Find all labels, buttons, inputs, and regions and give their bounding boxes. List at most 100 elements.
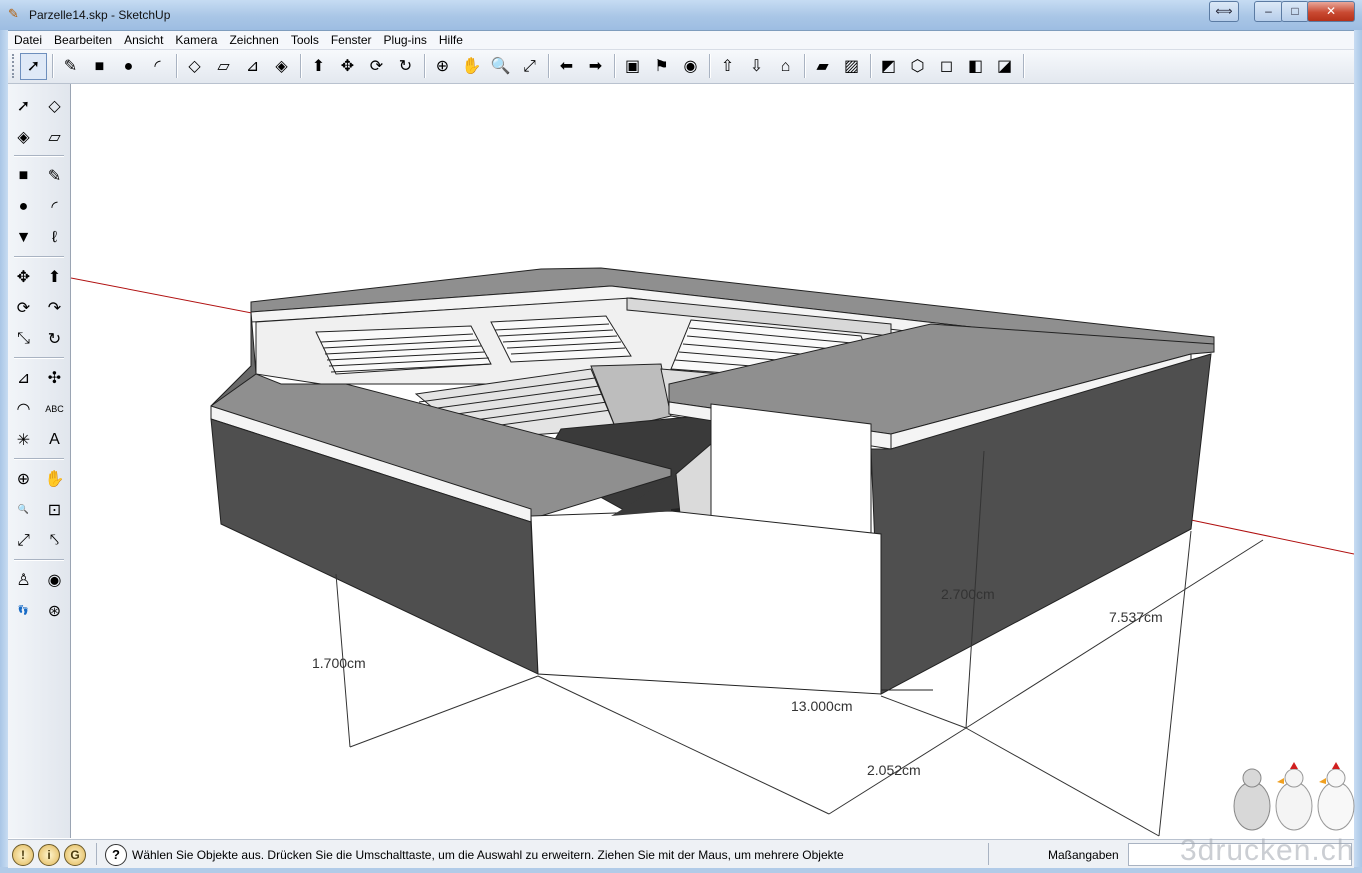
make-component-tool[interactable]: ◇: [181, 53, 208, 80]
dimension-tool[interactable]: ✣: [41, 364, 68, 391]
move-tool[interactable]: ✥: [10, 263, 37, 290]
zoom-extents-tool[interactable]: ⤢: [516, 53, 543, 80]
menu-tools[interactable]: Tools: [285, 31, 325, 48]
protractor-tool[interactable]: ◠: [10, 395, 37, 422]
freehand-tool[interactable]: ℓ: [41, 224, 68, 251]
select-tool[interactable]: ➚: [10, 92, 37, 119]
dim-height-right: 2.700cm: [941, 586, 995, 602]
toolbar-separator: [870, 54, 872, 78]
push-pull-tool[interactable]: ⬆: [41, 263, 68, 290]
text-tool[interactable]: ABC: [41, 395, 68, 422]
rotate-tool[interactable]: ⟳: [363, 53, 390, 80]
geo-location-icon[interactable]: !: [12, 844, 34, 866]
menu-bearbeiten[interactable]: Bearbeiten: [48, 31, 118, 48]
pencil-tool[interactable]: ✎: [57, 53, 84, 80]
zoom-extents-tool[interactable]: ⤢: [10, 527, 37, 554]
menu-ansicht[interactable]: Ansicht: [118, 31, 169, 48]
minimize-button[interactable]: –: [1254, 1, 1283, 22]
toolbar-group: ▣ ⚑ ◉: [619, 53, 704, 80]
arc-tool[interactable]: ◜: [144, 53, 171, 80]
menu-datei[interactable]: Datei: [8, 31, 48, 48]
paint-bucket-tool[interactable]: ◈: [10, 123, 37, 150]
model-drawing: 1.700cm 2.700cm 13.000cm 7.537cm 2.052cm: [71, 267, 1354, 837]
maximize-button[interactable]: □: [1281, 1, 1309, 22]
pan-tool[interactable]: ✋: [41, 465, 68, 492]
red-axis-right: [1190, 519, 1354, 555]
get-components-tool[interactable]: ⇩: [743, 53, 770, 80]
measurements-label: Maßangaben: [1048, 848, 1119, 862]
share-component-tool[interactable]: ⌂: [772, 53, 799, 80]
push-pull-tool[interactable]: ⬆: [305, 53, 332, 80]
toolbar-group: ➚: [20, 53, 47, 80]
credits-icon[interactable]: i: [38, 844, 60, 866]
shaded-style-tool[interactable]: ◧: [962, 53, 989, 80]
rectangle-tool[interactable]: ■: [86, 53, 113, 80]
wireframe-style-tool[interactable]: ⬡: [904, 53, 931, 80]
axes-tool[interactable]: ✳: [10, 426, 37, 453]
arc-tool[interactable]: ◜: [41, 193, 68, 220]
left-toolbar: ➚ ◇ ◈ ▱ ■ ✎ ● ◜ ▼ ℓ ✥ ⬆ ⟳ ↷ ⤡ ↻ ⊿ ✣ ◠ ABC ✳ A ⊕ ✋ 🔍 ⊡ ⤢ ⤣ ♙ ◉ 👣 ⊛: [8, 84, 71, 838]
tape-measure-tool[interactable]: ⊿: [10, 364, 37, 391]
menu-fenster[interactable]: Fenster: [325, 31, 378, 48]
polygon-tool[interactable]: ▼: [10, 224, 37, 251]
toolbar-group: ◇ ▱ ⊿ ◈: [181, 53, 295, 80]
left-toolbar-separator: [14, 458, 64, 460]
3d-text-tool[interactable]: A: [41, 426, 68, 453]
previous-view-tool[interactable]: ⬅: [553, 53, 580, 80]
section-plane-tool[interactable]: ⊛: [41, 597, 68, 624]
display-section-tool[interactable]: ▨: [838, 53, 865, 80]
add-location-tool[interactable]: ⚑: [648, 53, 675, 80]
paint-bucket-tool[interactable]: ◈: [268, 53, 295, 80]
make-component-tool[interactable]: ◇: [41, 92, 68, 119]
zoom-window-tool[interactable]: ⊡: [41, 496, 68, 523]
share-model-tool[interactable]: ⇧: [714, 53, 741, 80]
walk-tool[interactable]: 👣: [10, 597, 37, 624]
zoom-tool[interactable]: 🔍: [487, 53, 514, 80]
orbit-tool[interactable]: ⊕: [429, 53, 456, 80]
3d-viewport[interactable]: 1.700cm 2.700cm 13.000cm 7.537cm 2.052cm: [71, 84, 1354, 838]
circle-tool[interactable]: ●: [115, 53, 142, 80]
section-plane-tool[interactable]: ▰: [809, 53, 836, 80]
scale-tool[interactable]: ⤡: [10, 325, 37, 352]
offset-tool[interactable]: ↻: [41, 325, 68, 352]
move-tool[interactable]: ✥: [334, 53, 361, 80]
look-around-tool[interactable]: ◉: [41, 566, 68, 593]
eraser-tool[interactable]: ▱: [210, 53, 237, 80]
position-camera-tool[interactable]: ♙: [10, 566, 37, 593]
eraser-tool[interactable]: ▱: [41, 123, 68, 150]
textured-style-tool[interactable]: ◪: [991, 53, 1018, 80]
next-view-tool[interactable]: ➡: [582, 53, 609, 80]
previous-tool[interactable]: ⤣: [41, 527, 68, 554]
hidden-line-style-tool[interactable]: ◻: [933, 53, 960, 80]
menu-kamera[interactable]: Kamera: [169, 31, 223, 48]
rectangle-tool[interactable]: ■: [10, 162, 37, 189]
menu-hilfe[interactable]: Hilfe: [433, 31, 469, 48]
orbit-tool[interactable]: ⊕: [10, 465, 37, 492]
line-tool[interactable]: ✎: [41, 162, 68, 189]
tape-measure-tool[interactable]: ⊿: [239, 53, 266, 80]
user-account-icon[interactable]: G: [64, 844, 86, 866]
window-extra-button[interactable]: ⟺: [1209, 1, 1239, 22]
select-tool[interactable]: ➚: [20, 53, 47, 80]
window-frame-right: [1354, 30, 1362, 873]
zoom-tool[interactable]: 🔍: [10, 496, 37, 523]
google-earth-tool[interactable]: ◉: [677, 53, 704, 80]
title-bar: ✎ Parzelle14.skp - SketchUp ⟺ – □ ✕: [0, 0, 1362, 31]
xray-style-tool[interactable]: ◩: [875, 53, 902, 80]
status-divider: [988, 843, 989, 865]
help-icon[interactable]: ?: [105, 844, 127, 866]
close-button[interactable]: ✕: [1307, 1, 1355, 22]
toolbar-grip[interactable]: [12, 54, 17, 78]
offset-tool[interactable]: ↻: [392, 53, 419, 80]
circle-tool[interactable]: ●: [10, 193, 37, 220]
get-models-tool[interactable]: ▣: [619, 53, 646, 80]
toolbar-group: ⬅ ➡: [553, 53, 609, 80]
pan-tool[interactable]: ✋: [458, 53, 485, 80]
rotate-tool[interactable]: ⟳: [10, 294, 37, 321]
toolbar-separator: [1023, 54, 1025, 78]
menu-zeichnen[interactable]: Zeichnen: [223, 31, 284, 48]
left-toolbar-separator: [14, 256, 64, 258]
follow-me-tool[interactable]: ↷: [41, 294, 68, 321]
toolbar-separator: [424, 54, 426, 78]
menu-plugins[interactable]: Plug-ins: [378, 31, 433, 48]
